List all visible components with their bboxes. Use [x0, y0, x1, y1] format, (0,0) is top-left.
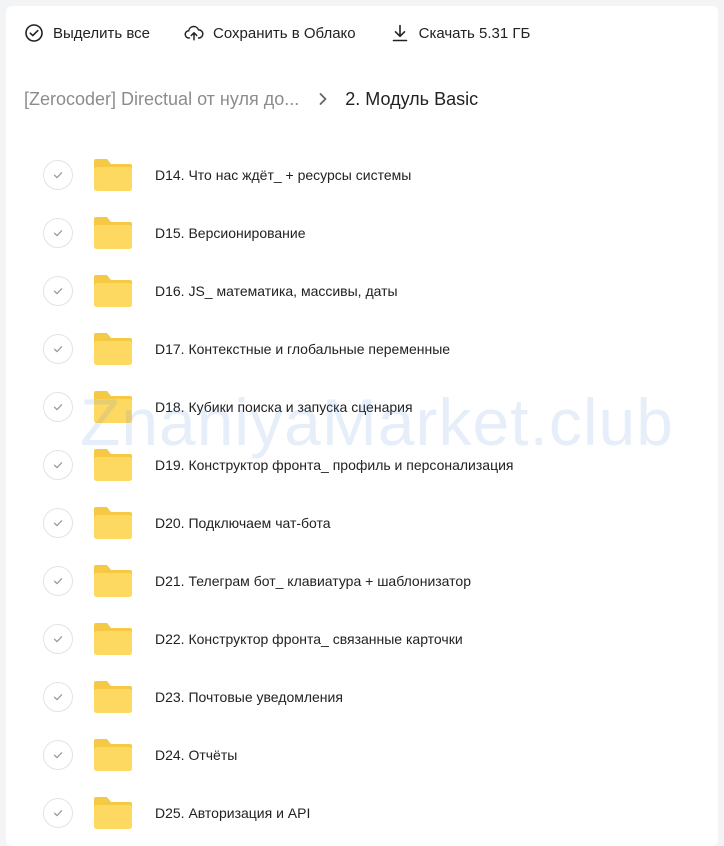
- folder-icon: [91, 157, 135, 193]
- folder-name: D18. Кубики поиска и запуска сценария: [155, 399, 413, 415]
- folder-row[interactable]: D16. JS_ математика, массивы, даты: [38, 262, 698, 320]
- folder-name: D23. Почтовые уведомления: [155, 689, 343, 705]
- select-checkbox[interactable]: [43, 508, 73, 538]
- save-to-cloud-button[interactable]: Сохранить в Облако: [184, 23, 356, 43]
- check-icon: [53, 288, 63, 295]
- check-icon: [53, 636, 63, 643]
- folder-name: D17. Контекстные и глобальные переменные: [155, 341, 451, 357]
- folder-row[interactable]: D24. Отчёты: [38, 726, 698, 784]
- download-button[interactable]: Скачать 5.31 ГБ: [390, 23, 531, 43]
- select-checkbox[interactable]: [43, 740, 73, 770]
- folder-name: D24. Отчёты: [155, 747, 238, 763]
- select-checkbox[interactable]: [43, 624, 73, 654]
- download-icon: [390, 23, 410, 43]
- folder-icon: [91, 273, 135, 309]
- folder-name: D19. Конструктор фронта_ профиль и персо…: [155, 457, 514, 473]
- folder-name: D22. Конструктор фронта_ связанные карто…: [155, 631, 463, 647]
- select-all-button[interactable]: Выделить все: [24, 23, 150, 43]
- folder-row[interactable]: D22. Конструктор фронта_ связанные карто…: [38, 610, 698, 668]
- folder-row[interactable]: D25. Авторизация и API: [38, 784, 698, 842]
- folder-icon: [91, 563, 135, 599]
- check-icon: [53, 404, 63, 411]
- select-checkbox[interactable]: [43, 334, 73, 364]
- folder-icon: [91, 447, 135, 483]
- select-checkbox[interactable]: [43, 218, 73, 248]
- check-icon: [53, 810, 63, 817]
- breadcrumb-parent-link[interactable]: [Zerocoder] Directual от нуля до...: [24, 89, 299, 110]
- check-circle-icon: [24, 23, 44, 43]
- folder-row[interactable]: D19. Конструктор фронта_ профиль и персо…: [38, 436, 698, 494]
- check-icon: [53, 462, 63, 469]
- folder-row[interactable]: D15. Версионирование: [38, 204, 698, 262]
- check-icon: [53, 752, 63, 759]
- select-checkbox[interactable]: [43, 566, 73, 596]
- folder-icon: [91, 795, 135, 831]
- select-all-label: Выделить все: [53, 24, 151, 42]
- folder-icon: [91, 215, 135, 251]
- breadcrumb-current: 2. Модуль Basic: [345, 88, 479, 109]
- folder-name: D15. Версионирование: [155, 225, 306, 241]
- folder-name: D14. Что нас ждёт_ + ресурсы системы: [155, 167, 412, 183]
- select-checkbox[interactable]: [43, 682, 73, 712]
- check-icon: [53, 230, 63, 237]
- folder-row[interactable]: D14. Что нас ждёт_ + ресурсы системы: [38, 146, 698, 204]
- check-icon: [53, 578, 63, 585]
- folder-row[interactable]: D18. Кубики поиска и запуска сценария: [38, 378, 698, 436]
- breadcrumb: [Zerocoder] Directual от нуля до... 2. М…: [24, 86, 478, 112]
- cloud-upload-icon: [184, 23, 204, 43]
- select-checkbox[interactable]: [43, 798, 73, 828]
- folder-icon: [91, 737, 135, 773]
- folder-icon: [91, 505, 135, 541]
- folder-name: D20. Подключаем чат-бота: [155, 515, 331, 531]
- folder-icon: [91, 621, 135, 657]
- check-icon: [53, 172, 63, 179]
- folder-icon: [91, 331, 135, 367]
- select-checkbox[interactable]: [43, 450, 73, 480]
- folder-name: D21. Телеграм бот_ клавиатура + шаблониз…: [155, 573, 471, 589]
- folder-row[interactable]: D21. Телеграм бот_ клавиатура + шаблониз…: [38, 552, 698, 610]
- folder-row[interactable]: D17. Контекстные и глобальные переменные: [38, 320, 698, 378]
- check-icon: [53, 520, 63, 527]
- folder-icon: [91, 679, 135, 715]
- download-label: Скачать 5.31 ГБ: [418, 24, 531, 42]
- chevron-right-icon: [311, 87, 335, 111]
- folder-name: D25. Авторизация и API: [155, 805, 311, 821]
- check-icon: [53, 346, 63, 353]
- toolbar: Выделить все Сохранить в Облако Скачать …: [24, 18, 564, 48]
- save-to-cloud-label: Сохранить в Облако: [213, 24, 356, 42]
- folder-row[interactable]: D20. Подключаем чат-бота: [38, 494, 698, 552]
- folder-row[interactable]: D23. Почтовые уведомления: [38, 668, 698, 726]
- folder-name: D16. JS_ математика, массивы, даты: [155, 283, 398, 299]
- check-icon: [53, 694, 63, 701]
- select-checkbox[interactable]: [43, 160, 73, 190]
- select-checkbox[interactable]: [43, 276, 73, 306]
- folder-icon: [91, 389, 135, 425]
- select-checkbox[interactable]: [43, 392, 73, 422]
- folder-list: D14. Что нас ждёт_ + ресурсы системы D15…: [38, 146, 698, 842]
